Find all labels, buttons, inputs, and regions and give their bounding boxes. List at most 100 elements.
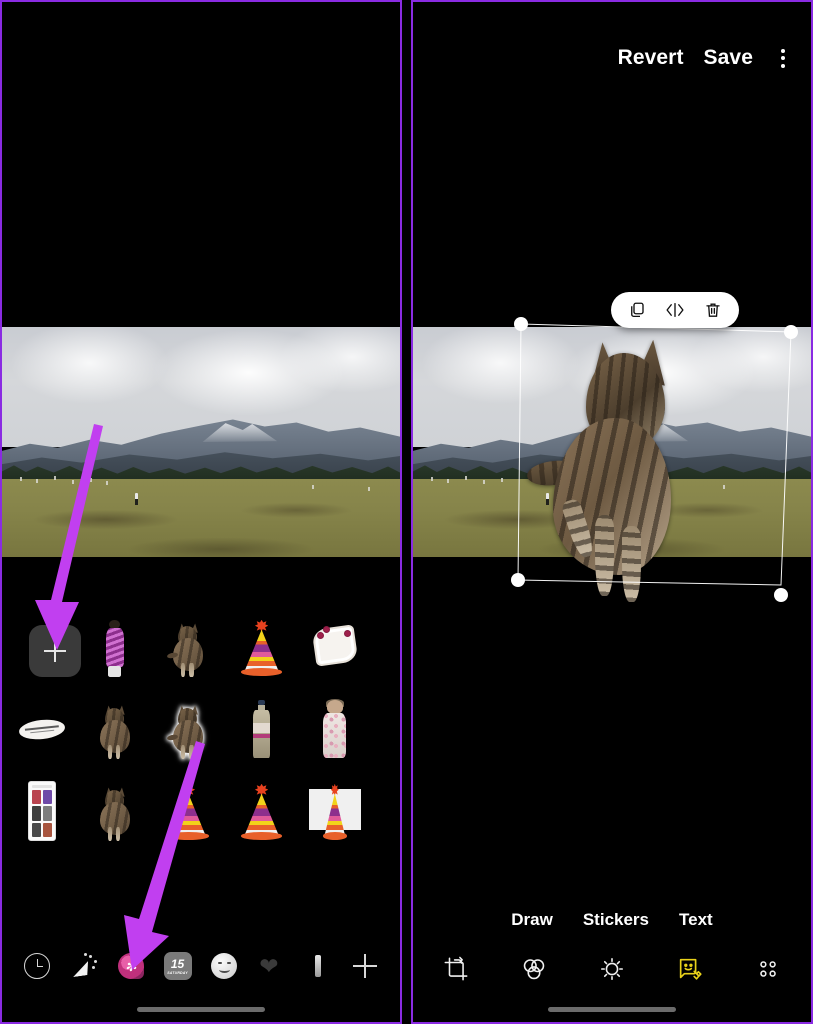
bottle-label-stripe: [253, 733, 270, 739]
selection-handle-top-right[interactable]: [784, 325, 798, 339]
kebab-menu-icon[interactable]: [773, 43, 793, 74]
party-hat-sticker[interactable]: [164, 780, 212, 842]
party-hat-sticker[interactable]: [238, 616, 286, 678]
party-hat-card-sticker[interactable]: [308, 780, 361, 842]
plate-sticker[interactable]: [311, 616, 359, 678]
sticker-cell[interactable]: [308, 780, 384, 850]
sidebar-item-more[interactable]: [301, 949, 335, 983]
crop-rotate-icon[interactable]: [441, 954, 471, 984]
sidebar-item-smileys[interactable]: [207, 949, 241, 983]
person-sticker[interactable]: [91, 616, 139, 678]
sidebar-item-hearts[interactable]: ❤: [254, 949, 288, 983]
revert-button[interactable]: Revert: [618, 46, 684, 70]
child-figure-sticker[interactable]: [311, 698, 359, 760]
markup-icon[interactable]: [675, 954, 705, 984]
selection-handle-bottom-right[interactable]: [774, 588, 788, 602]
smiley-eye: [226, 962, 231, 965]
four-dots-icon[interactable]: [753, 954, 783, 984]
cat-body: [99, 720, 130, 753]
sticker-tray: [2, 602, 400, 938]
mode-text[interactable]: Text: [679, 910, 713, 930]
screenshot-sticker[interactable]: [18, 780, 66, 842]
sticker-cell[interactable]: [238, 616, 311, 686]
sticker-cell[interactable]: [311, 698, 384, 768]
cat-sticker[interactable]: [91, 780, 139, 842]
hat-on-card: [320, 780, 349, 842]
hat-cone: [171, 793, 206, 836]
sticker-cell[interactable]: [91, 616, 164, 686]
sticker-cell[interactable]: [91, 780, 164, 850]
trash-glyph: [706, 303, 720, 317]
home-indicator: [137, 1007, 265, 1012]
screenshot-frame: [27, 781, 57, 841]
sticker-cell[interactable]: [238, 780, 311, 850]
cat-sticker[interactable]: [91, 698, 139, 760]
sliver-icon: [315, 955, 322, 977]
sticker-cell[interactable]: [238, 698, 311, 768]
cat-leg: [595, 515, 615, 597]
flip-icon[interactable]: [664, 299, 686, 321]
save-button[interactable]: Save: [704, 46, 753, 70]
cat-sticker[interactable]: [164, 616, 212, 678]
sticker-grid: [2, 602, 400, 850]
cat-leg: [189, 745, 194, 759]
screenshot-tile: [31, 806, 41, 821]
selection-handle-bottom-left[interactable]: [511, 573, 525, 587]
note-pill: [18, 717, 66, 742]
grass-meadow: [2, 478, 400, 557]
sticker-icon: ✻: [117, 953, 144, 979]
left-photo-preview[interactable]: [2, 327, 400, 557]
popper-spark: [91, 966, 95, 969]
editor-top-bar: Revert Save: [413, 2, 811, 114]
mode-stickers[interactable]: Stickers: [583, 910, 649, 930]
walking-person: [135, 493, 138, 506]
note-sticker[interactable]: [18, 698, 66, 760]
sticker-cell[interactable]: [18, 698, 91, 768]
sticker-cell[interactable]: [91, 698, 164, 768]
kebab-dot: [781, 56, 785, 60]
crowd-dot: [368, 487, 370, 491]
note-line: [30, 729, 55, 734]
sidebar-item-stickers[interactable]: ✻: [114, 949, 148, 983]
crowd-dot: [723, 485, 725, 489]
mode-draw[interactable]: Draw: [511, 910, 553, 930]
hat-cone: [244, 793, 279, 836]
smiley-mouth: [218, 966, 231, 973]
trash-icon[interactable]: [702, 299, 724, 321]
screenshot-tile: [42, 822, 53, 837]
cat-leg: [189, 663, 194, 677]
kebab-dot: [781, 63, 785, 68]
filters-icon[interactable]: [519, 954, 549, 984]
crowd-dot: [431, 477, 433, 481]
filters-glyph: [523, 959, 545, 980]
add-sticker-button[interactable]: [28, 625, 81, 677]
sticker-category-tabbar: ✻ 15 SATURDAY ❤: [2, 938, 400, 994]
sidebar-item-memoji[interactable]: 15 SATURDAY: [161, 949, 195, 983]
sticker-cell-selected[interactable]: [164, 698, 237, 768]
markup-glyph: [679, 958, 702, 980]
bottle-label: [253, 722, 270, 733]
sidebar-item-emoji[interactable]: [67, 949, 101, 983]
bottle-sticker[interactable]: [238, 698, 286, 760]
brightness-icon[interactable]: [597, 954, 627, 984]
sticker-cell[interactable]: [164, 780, 237, 850]
screenshot-tile: [31, 790, 41, 805]
party-popper-icon: [70, 952, 98, 980]
sticker-cell-add[interactable]: [18, 616, 91, 686]
sidebar-item-add[interactable]: [348, 949, 382, 983]
sticker-cell[interactable]: [164, 616, 237, 686]
crop-rotate-glyph: [444, 956, 468, 981]
placed-cat-sticker[interactable]: [523, 337, 713, 607]
sticker-cell[interactable]: [18, 780, 91, 850]
plus-icon: [352, 954, 377, 978]
duplicate-icon[interactable]: [626, 299, 648, 321]
sticker-cell[interactable]: [311, 616, 384, 686]
person-legs: [108, 665, 121, 677]
popper-spark: [88, 955, 92, 958]
cat-leg: [116, 827, 121, 841]
selection-handle-top-left[interactable]: [514, 317, 528, 331]
sidebar-item-recents[interactable]: [20, 949, 54, 983]
party-hat-sticker[interactable]: [238, 780, 286, 842]
cat-sticker-selected[interactable]: [164, 698, 212, 760]
plate-body: [311, 624, 359, 668]
